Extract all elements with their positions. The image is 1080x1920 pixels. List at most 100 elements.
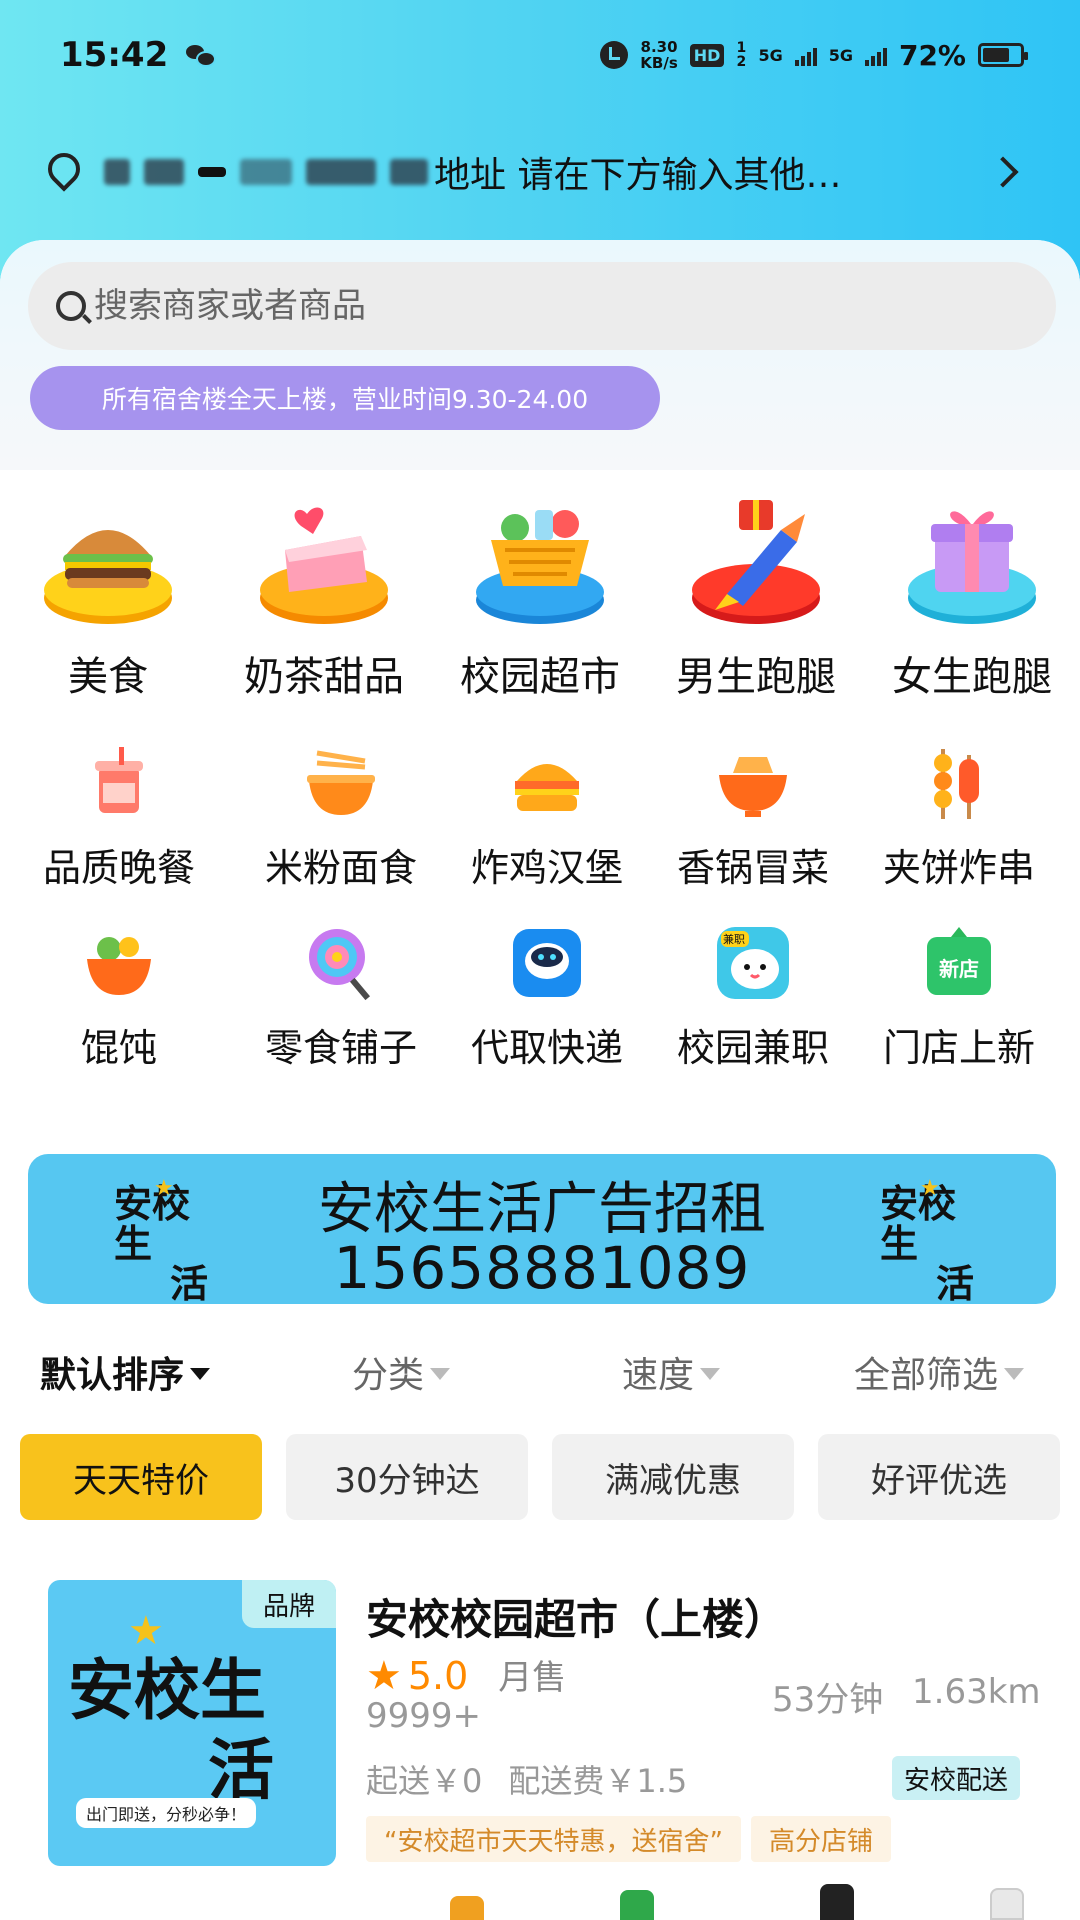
sort-default[interactable]: 默认排序 [40,1346,211,1398]
basket-icon [465,490,615,630]
chip-30-min[interactable]: 30分钟达 [286,1434,528,1520]
product-bottle-icon [450,1896,484,1920]
salad-bowl-icon [81,925,157,1001]
category-fried-chicken-burger[interactable]: 炸鸡汉堡 [444,745,650,925]
category-label: 门店上新 [882,1026,1035,1070]
search-icon [56,291,86,321]
alarm-icon [600,41,629,69]
monthly-sales-label: 月售 [498,1658,567,1698]
search-input[interactable] [94,286,994,326]
category-label: 品质晚餐 [42,846,195,890]
sub-category-grid: 品质晚餐 米粉面食 炸鸡汉堡 香锅冒菜 夹饼炸串 馄饨 零食铺子 代取快递 兼职… [0,745,1080,1105]
category-label: 零食铺子 [264,1026,417,1070]
rocket-icon [681,490,831,630]
category-label: 炸鸡汉堡 [470,846,623,890]
noodle-bowl-icon [303,745,379,821]
category-boys-errand[interactable]: 男生跑腿 [648,490,864,710]
hotpot-icon [715,745,791,821]
fee-info: 起送￥0 配送费￥1.5 [366,1756,687,1802]
category-snacks[interactable]: 零食铺子 [238,925,444,1105]
star-icon: ★ [366,1653,402,1699]
main-category-row: 美食 奶茶甜品 校园超市 男生跑腿 女生跑腿 [0,490,1080,710]
status-indicators: 8.30 KB/s HD 1 2 5G 5G 72% [600,38,1028,72]
ad-banner[interactable]: ★ 安校生 活 安校生活广告招租 15658881089 ★ 安校生 活 [28,1154,1056,1304]
category-express-pickup[interactable]: 代取快递 [444,925,650,1105]
thumb-text-line: 安校生 [68,1651,266,1729]
product-bottle-icon [620,1890,654,1920]
new-store-badge: 新店 [939,957,979,981]
star-icon: ★ [128,1608,164,1654]
category-noodles[interactable]: 米粉面食 [238,745,444,925]
network-speed-value: 8.30 [640,38,678,56]
caret-down-icon [430,1368,451,1380]
category-food[interactable]: 美食 [0,490,216,710]
wechat-icon [186,43,217,67]
promo-tag: 高分店铺 [750,1816,891,1862]
location-pin-icon [46,153,76,191]
category-label: 男生跑腿 [676,654,836,700]
rating-row: ★ 5.0 月售 [366,1650,566,1699]
category-wonton[interactable]: 馄饨 [0,925,238,1105]
battery-percent: 72% [898,38,966,72]
business-hours-notice: 所有宿舍楼全天上楼，营业时间9.30-24.00 [30,366,660,430]
status-bar: 15:42 8.30 KB/s HD 1 2 5G 5G 72% [0,0,1080,110]
store-distance: 1.63km [912,1672,1041,1712]
sort-label: 速度 [622,1355,695,1396]
chevron-right-icon[interactable] [987,156,1019,188]
store-card[interactable]: ★ 安校生 活 出门即送，分秒必争！ 品牌 安校校园超市（上楼） ★ 5.0 月… [20,1546,1060,1920]
thumb-slogan: 出门即送，分秒必争！ [76,1798,257,1828]
category-skewers[interactable]: 夹饼炸串 [856,745,1062,925]
caret-down-icon [190,1368,211,1380]
category-quality-dinner[interactable]: 品质晚餐 [0,745,238,925]
hd-sub: 1 2 [736,40,747,70]
product-bottle-icon [990,1888,1024,1920]
min-order: 起送￥0 [366,1762,483,1800]
mascot-icon: 兼职 [715,925,791,1001]
address-redacted [104,152,428,192]
category-new-store[interactable]: 新店 门店上新 [856,925,1062,1105]
category-label: 米粉面食 [264,846,417,890]
new-store-icon: 新店 [921,925,997,1001]
star-icon: ★ [920,1176,940,1201]
gift-icon [897,490,1047,630]
lollipop-icon [303,925,379,1001]
caret-down-icon [1004,1368,1025,1380]
delivery-eta: 53分钟 [772,1680,884,1720]
category-part-time[interactable]: 兼职 校园兼职 [650,925,856,1105]
category-label: 香锅冒菜 [676,846,829,890]
status-time: 15:42 [60,35,169,75]
sort-category[interactable]: 分类 [352,1346,451,1398]
category-milk-tea[interactable]: 奶茶甜品 [216,490,432,710]
cake-icon [249,490,399,630]
store-name: 安校校园超市（上楼） [366,1595,787,1644]
search-box[interactable] [28,262,1056,350]
product-preview-strip [350,1876,1050,1920]
delivery-tag: 安校配送 [892,1756,1021,1800]
sort-label: 全部筛选 [854,1355,999,1396]
category-label: 奶茶甜品 [244,654,404,700]
battery-icon [978,43,1028,67]
chip-discounts[interactable]: 满减优惠 [552,1434,794,1520]
category-campus-market[interactable]: 校园超市 [432,490,648,710]
sort-speed[interactable]: 速度 [622,1346,721,1398]
category-label: 女生跑腿 [892,654,1052,700]
network-speed: 8.30 KB/s [640,39,677,71]
category-label: 校园超市 [460,654,620,700]
address-selector[interactable]: 地址 请在下方输入其他… [46,140,1026,204]
chip-daily-deals[interactable]: 天天特价 [20,1434,262,1520]
category-girls-errand[interactable]: 女生跑腿 [864,490,1080,710]
store-rating: 5.0 [407,1654,469,1698]
sort-bar: 默认排序 分类 速度 全部筛选 [0,1340,1080,1404]
category-label: 夹饼炸串 [882,846,1035,890]
sort-all-filters[interactable]: 全部筛选 [854,1346,1025,1398]
category-hotpot[interactable]: 香锅冒菜 [650,745,856,925]
category-label: 校园兼职 [676,1026,829,1070]
promo-tags: “安校超市天天特惠，送宿舍” 高分店铺 [366,1816,891,1862]
chip-top-rated[interactable]: 好评优选 [818,1434,1060,1520]
thumb-logo-text: 安校生 活 [68,1650,274,1810]
skewer-icon [921,745,997,821]
product-bottle-icon [820,1884,854,1920]
network-type-1: 5G [758,45,783,65]
promo-tag: “安校超市天天特惠，送宿舍” [366,1816,741,1862]
hd-icon: HD [689,43,725,67]
